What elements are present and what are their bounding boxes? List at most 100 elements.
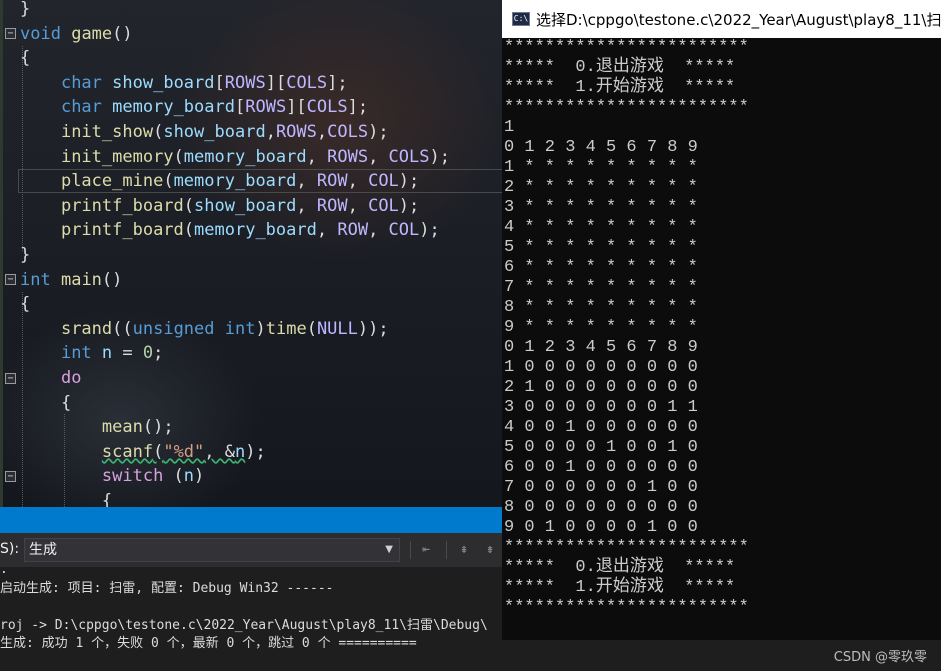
console-line: 8 * * * * * * * * * (504, 298, 698, 317)
code-line[interactable]: do (0, 366, 502, 390)
code-token: memory_board (183, 146, 307, 167)
code-token: () (112, 23, 133, 44)
code-line[interactable]: switch (n) (0, 464, 502, 488)
code-token: ( (183, 195, 195, 216)
code-token: ) (255, 318, 266, 339)
code-token: ( (163, 466, 184, 487)
code-token: )); (357, 318, 389, 339)
code-line[interactable]: int main() (0, 268, 502, 292)
code-token: int (20, 269, 51, 290)
code-line[interactable]: srand((unsigned int)time(NULL)); (0, 317, 502, 341)
code-token: [ (234, 97, 246, 118)
code-line[interactable]: int n = 0; (0, 341, 502, 365)
code-token: char (60, 97, 102, 118)
code-token: printf_board (60, 220, 184, 241)
code-token: void (20, 23, 61, 44)
code-token: , (316, 122, 328, 142)
code-token: ROWS (245, 97, 287, 118)
code-token: [ (214, 72, 225, 93)
code-token: ); (398, 171, 420, 192)
code-line[interactable]: place_mine(memory_board, ROW, COL); (18, 169, 502, 194)
console-window[interactable]: C:\ 选择D:\cppgo\testone.c\2022_Year\Augus… (502, 0, 941, 640)
code-line[interactable]: } (0, 0, 502, 21)
code-line[interactable]: { (0, 292, 502, 316)
code-token: 0 (142, 343, 154, 364)
console-line: 0 1 2 3 4 5 6 7 8 9 (504, 138, 698, 157)
code-line[interactable]: } (0, 243, 502, 267)
code-token: game (71, 23, 113, 44)
code-token: , (368, 146, 389, 167)
code-token: unsigned (132, 318, 215, 339)
code-token: , (296, 195, 317, 216)
console-line: 7 * * * * * * * * * (504, 278, 698, 297)
code-token: ( (153, 122, 164, 142)
code-token: time (265, 318, 307, 339)
code-line[interactable]: init_memory(memory_board, ROWS, COLS); (0, 145, 502, 169)
console-line: 1 * * * * * * * * * (504, 158, 698, 177)
code-token: ( (163, 171, 174, 192)
code-line[interactable]: init_show(show_board,ROWS,COLS); (0, 120, 502, 144)
code-line[interactable]: char show_board[ROWS][COLS]; (0, 71, 502, 95)
console-line: 4 0 0 1 0 0 0 0 0 0 (504, 418, 698, 437)
find-message-icon[interactable]: ⇤ (418, 542, 434, 558)
code-token: { (20, 48, 31, 69)
code-token: , (296, 171, 317, 192)
code-token: , (306, 146, 328, 167)
console-titlebar[interactable]: C:\ 选择D:\cppgo\testone.c\2022_Year\Augus… (502, 0, 941, 38)
code-token: mean (101, 417, 143, 438)
code-token: printf_board (60, 195, 184, 216)
console-line: 1 0 0 0 0 0 0 0 0 0 (504, 358, 698, 377)
code-line[interactable]: void game() (0, 22, 502, 46)
code-line[interactable]: scanf("%d", &n); (0, 440, 502, 464)
console-line: 9 0 1 0 0 0 0 1 0 0 (504, 518, 698, 537)
code-token: ( (153, 441, 164, 462)
code-token: ]; (327, 72, 348, 93)
code-token: n (183, 466, 195, 487)
console-line: 3 0 0 0 0 0 0 0 1 1 (504, 398, 698, 417)
toolbar-separator (410, 541, 411, 559)
code-token: { (20, 294, 31, 315)
code-token: place_mine (60, 171, 164, 192)
code-token: () (101, 269, 123, 290)
console-line: ***** 1.开始游戏 ***** (504, 578, 736, 597)
code-token: switch (101, 466, 164, 487)
code-token: do (60, 368, 82, 388)
code-token: , (316, 220, 338, 241)
go-to-previous-icon[interactable]: ⇞ (456, 542, 472, 558)
code-editor[interactable]: − − − − } void game(){ char show_board[RO… (0, 0, 502, 507)
code-line[interactable]: mean(); (0, 415, 502, 439)
code-line[interactable]: char memory_board[ROWS][COLS]; (0, 95, 502, 119)
console-line: 0 1 2 3 4 5 6 7 8 9 (504, 338, 698, 357)
code-token: ) (194, 466, 205, 487)
code-token: ROWS (275, 122, 317, 142)
code-token: (( (112, 318, 133, 339)
code-line[interactable]: printf_board(memory_board, ROW, COL); (0, 218, 502, 242)
console-line: 6 * * * * * * * * * (504, 258, 698, 277)
code-token: ROW (316, 195, 348, 216)
code-line[interactable]: { (0, 46, 502, 70)
code-line[interactable]: { (0, 391, 502, 415)
code-token: memory_board (194, 220, 317, 241)
show-output-from-dropdown[interactable]: 生成 ▼ (24, 538, 400, 562)
code-token: } (20, 245, 31, 265)
code-token: scanf (101, 441, 154, 462)
code-token: COLS (388, 146, 430, 167)
code-token: ); (245, 441, 266, 462)
code-line[interactable]: { (0, 489, 502, 507)
code-token: , (368, 220, 389, 241)
console-line: 6 0 0 1 0 0 0 0 0 0 (504, 458, 698, 477)
code-token: ( (173, 146, 184, 167)
go-to-next-icon[interactable]: ⇟ (482, 542, 498, 558)
code-line[interactable]: printf_board(show_board, ROW, COL); (0, 194, 502, 218)
code-token: COL (368, 171, 399, 192)
code-token: int (60, 343, 92, 364)
console-line: ***** 1.开始游戏 ***** (504, 78, 736, 97)
code-token: int (224, 318, 256, 339)
output-line: . (0, 562, 8, 577)
code-token: ); (429, 146, 450, 167)
